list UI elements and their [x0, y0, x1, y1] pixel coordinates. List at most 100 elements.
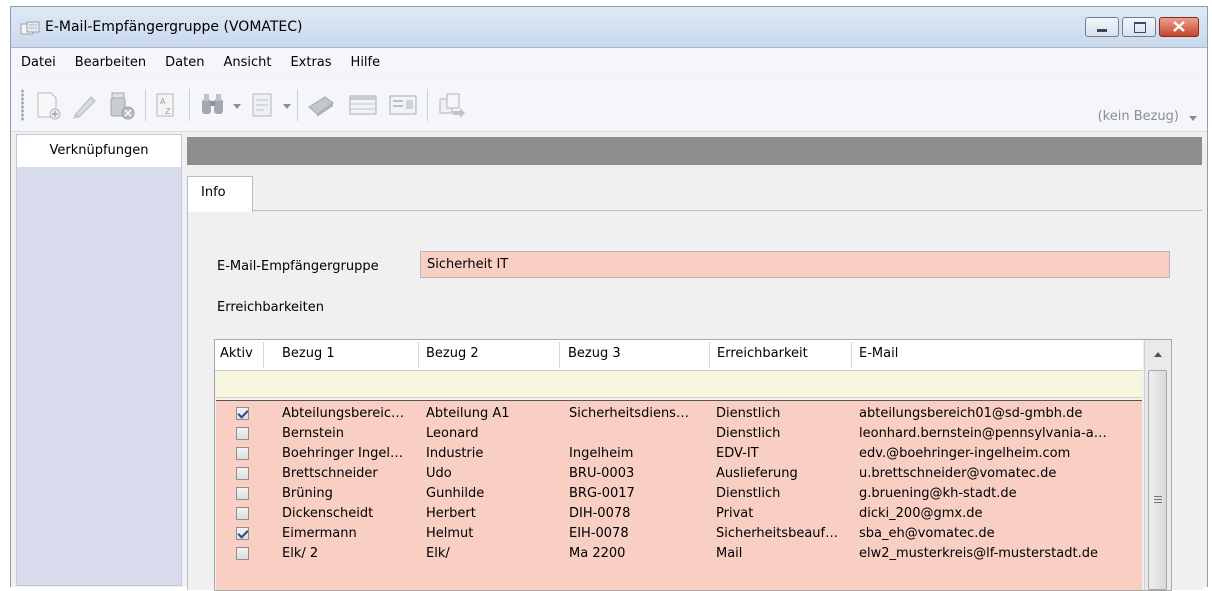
title-bar[interactable]: E-Mail-Empfängergruppe (VOMATEC) — [11, 7, 1207, 48]
form-view-icon[interactable] — [387, 89, 419, 121]
email-cell: elw2_musterkreis@lf-musterstadt.de — [859, 546, 1098, 561]
header-band — [187, 137, 1202, 165]
erreichbarkeit-cell: Dienstlich — [716, 426, 781, 441]
erreichbarkeit-cell: Sicherheitsbeauf… — [716, 526, 839, 541]
bezug1-cell: Boehringer Ingel… — [282, 446, 403, 461]
aktiv-checkbox[interactable] — [236, 527, 249, 540]
table-row[interactable]: Dickenscheidt Herbert DIH-0078 Privat di… — [216, 504, 1142, 524]
erreichbarkeit-cell: Dienstlich — [716, 486, 781, 501]
table-row[interactable]: Abteilungsbereic… Abteilung A1 Sicherhei… — [216, 404, 1142, 424]
bezug2-cell: Leonard — [426, 426, 479, 441]
bezug3-cell: Ma 2200 — [569, 546, 626, 561]
aktiv-checkbox[interactable] — [236, 487, 249, 500]
close-button[interactable] — [1159, 17, 1199, 37]
bezug3-cell: EIH-0078 — [569, 526, 629, 541]
email-cell: g.bruening@kh-stadt.de — [859, 486, 1017, 501]
tab-info-label: Info — [201, 185, 226, 200]
erreichbarkeit-cell: Privat — [716, 506, 754, 521]
email-cell: edv.@boehringer-ingelheim.com — [859, 446, 1071, 461]
tab-verknuepfungen[interactable]: Verknüpfungen — [16, 134, 182, 167]
erreichbarkeit-cell: Mail — [716, 546, 743, 561]
menu-hilfe[interactable]: Hilfe — [351, 55, 381, 70]
search-dropdown-arrow[interactable] — [233, 104, 241, 109]
maximize-button[interactable] — [1122, 17, 1156, 37]
table-view-icon[interactable] — [347, 89, 379, 121]
bezug3-cell: BRG-0017 — [569, 486, 635, 501]
email-cell: sba_eh@vomatec.de — [859, 526, 995, 541]
menu-datei[interactable]: Datei — [21, 55, 56, 70]
column-header-erreichbarkeit[interactable]: Erreichbarkeit — [717, 346, 808, 361]
group-name-field[interactable]: Sicherheit IT — [420, 251, 1170, 278]
bezug3-cell: Ingelheim — [569, 446, 634, 461]
table-row[interactable]: Bernstein Leonard Dienstlich leonhard.be… — [216, 424, 1142, 444]
bezug-select[interactable]: (kein Bezug) — [1098, 109, 1179, 124]
column-header-bezug1[interactable]: Bezug 1 — [282, 346, 335, 361]
left-panel — [16, 134, 182, 586]
bezug1-cell: Bernstein — [282, 426, 344, 441]
menu-ansicht[interactable]: Ansicht — [223, 55, 271, 70]
group-name-label: E-Mail-Empfängergruppe — [217, 259, 379, 274]
column-header-bezug3[interactable]: Bezug 3 — [568, 346, 621, 361]
aktiv-checkbox[interactable] — [236, 427, 249, 440]
aktiv-checkbox[interactable] — [236, 507, 249, 520]
scroll-up-icon[interactable] — [1154, 352, 1162, 357]
print-icon[interactable] — [305, 89, 337, 121]
reachability-label: Erreichbarkeiten — [217, 300, 324, 315]
delete-icon[interactable] — [105, 89, 137, 121]
menu-extras[interactable]: Extras — [290, 55, 331, 70]
svg-text:Z: Z — [165, 107, 171, 116]
new-record-icon[interactable] — [31, 89, 63, 121]
filter-dropdown-arrow[interactable] — [283, 104, 291, 109]
vertical-scrollbar[interactable] — [1144, 340, 1171, 590]
aktiv-checkbox[interactable] — [236, 407, 249, 420]
grid-header: Aktiv Bezug 1 Bezug 2 Bezug 3 Erreichbar… — [215, 340, 1143, 371]
aktiv-checkbox[interactable] — [236, 467, 249, 480]
bezug3-cell: Sicherheitsdiens… — [569, 406, 689, 421]
column-header-email[interactable]: E-Mail — [859, 346, 898, 361]
bezug1-cell: Eimermann — [282, 526, 357, 541]
sort-icon[interactable]: A Z — [151, 89, 183, 121]
minimize-button[interactable] — [1085, 17, 1119, 37]
tab-info[interactable]: Info — [187, 176, 253, 212]
bezug1-cell: Elk/ 2 — [282, 546, 319, 561]
menu-daten[interactable]: Daten — [165, 55, 204, 70]
reachability-grid: Aktiv Bezug 1 Bezug 2 Bezug 3 Erreichbar… — [214, 339, 1172, 591]
filter-document-icon[interactable] — [247, 89, 279, 121]
scroll-thumb[interactable] — [1148, 370, 1167, 590]
bezug2-cell: Udo — [426, 466, 452, 481]
column-header-aktiv[interactable]: Aktiv — [220, 346, 253, 361]
table-row[interactable]: Boehringer Ingel… Industrie Ingelheim ED… — [216, 444, 1142, 464]
bezug2-cell: Herbert — [426, 506, 476, 521]
column-header-bezug2[interactable]: Bezug 2 — [426, 346, 479, 361]
email-cell: leonhard.bernstein@pennsylvania-a… — [859, 426, 1107, 441]
erreichbarkeit-cell: Auslieferung — [716, 466, 798, 481]
minimize-icon — [1097, 29, 1107, 32]
new-row[interactable] — [216, 371, 1142, 398]
bezug2-cell: Industrie — [426, 446, 484, 461]
binoculars-icon[interactable] — [197, 89, 229, 121]
table-row[interactable]: Elk/ 2 Elk/ Ma 2200 Mail elw2_musterkrei… — [216, 544, 1142, 564]
bezug2-cell: Helmut — [426, 526, 474, 541]
aktiv-checkbox[interactable] — [236, 547, 249, 560]
bezug-dropdown-icon[interactable] — [1189, 116, 1197, 121]
menu-bearbeiten[interactable]: Bearbeiten — [75, 55, 146, 70]
bezug2-cell: Gunhilde — [426, 486, 485, 501]
email-cell: u.brettschneider@vomatec.de — [859, 466, 1057, 481]
bezug1-cell: Brüning — [282, 486, 333, 501]
bezug1-cell: Abteilungsbereic… — [282, 406, 405, 421]
menu-bar: Datei Bearbeiten Daten Ansicht Extras Hi… — [11, 48, 1207, 76]
bezug2-cell: Elk/ — [426, 546, 450, 561]
table-row[interactable]: Brettschneider Udo BRU-0003 Auslieferung… — [216, 464, 1142, 484]
bezug1-cell: Dickenscheidt — [282, 506, 374, 521]
table-row[interactable]: Brüning Gunhilde BRG-0017 Dienstlich g.b… — [216, 484, 1142, 504]
aktiv-checkbox[interactable] — [236, 447, 249, 460]
edit-icon[interactable] — [69, 89, 101, 121]
close-icon — [1173, 21, 1185, 32]
table-row[interactable]: Eimermann Helmut EIH-0078 Sicherheitsbea… — [216, 524, 1142, 544]
export-icon[interactable] — [435, 89, 467, 121]
email-cell: dicki_200@gmx.de — [859, 506, 983, 521]
bezug3-cell: DIH-0078 — [569, 506, 631, 521]
toolbar-grip[interactable] — [21, 89, 24, 121]
bezug3-cell: BRU-0003 — [569, 466, 635, 481]
tab-strip-border — [187, 210, 1202, 211]
